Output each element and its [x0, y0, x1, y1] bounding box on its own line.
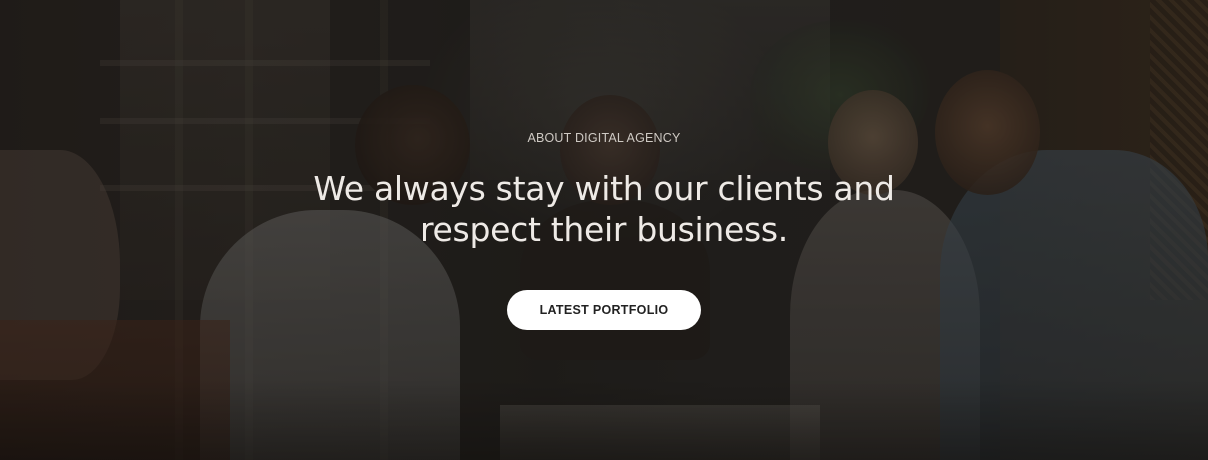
hero-headline: We always stay with our clients and resp… — [0, 168, 1208, 250]
hero-eyebrow: ABOUT DIGITAL AGENCY — [527, 131, 681, 145]
hero-section: ABOUT DIGITAL AGENCY We always stay with… — [0, 0, 1208, 460]
hero-headline-line-2: respect their business. — [420, 210, 788, 249]
latest-portfolio-button[interactable]: LATEST PORTFOLIO — [507, 290, 701, 330]
hero-content: ABOUT DIGITAL AGENCY We always stay with… — [0, 0, 1208, 460]
hero-headline-line-1: We always stay with our clients and — [313, 169, 895, 208]
